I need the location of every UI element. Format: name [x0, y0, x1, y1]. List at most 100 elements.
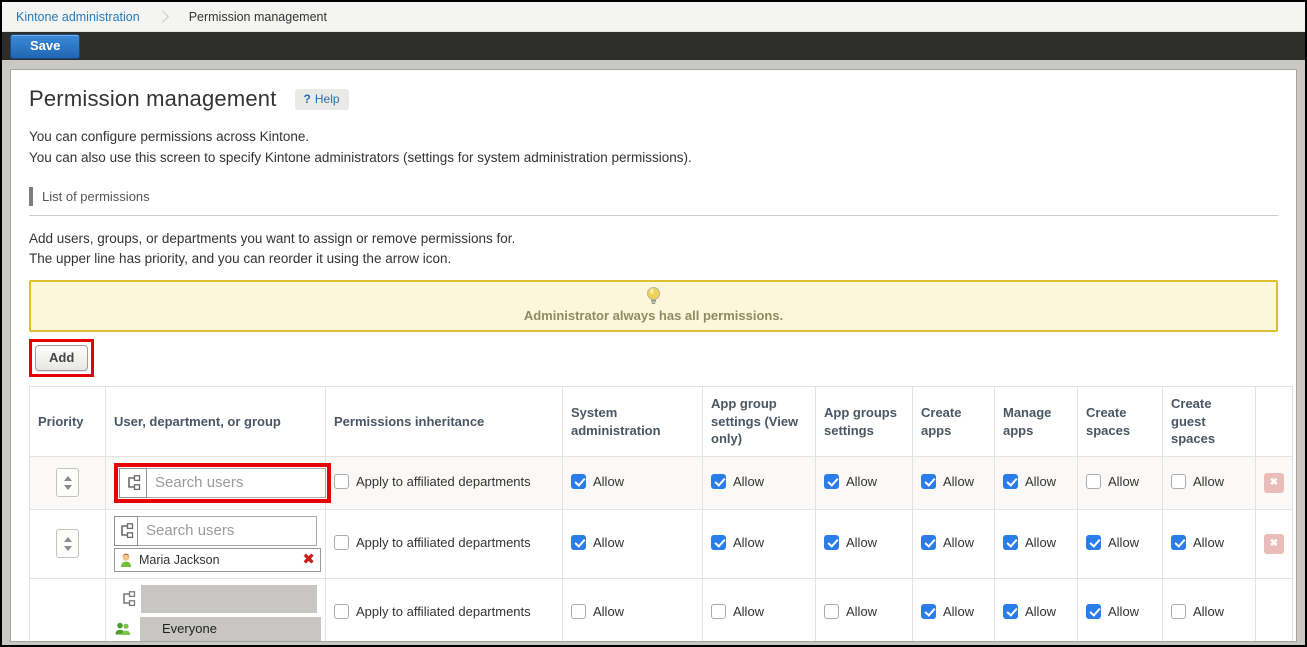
allow-checkbox[interactable] [1086, 535, 1101, 550]
help-link[interactable]: ? Help [295, 89, 349, 110]
allow-checkbox[interactable] [921, 474, 936, 489]
allow-checkbox[interactable] [1171, 474, 1186, 489]
allow-option[interactable]: Allow [1171, 604, 1224, 619]
apply-affiliated-checkbox[interactable] [334, 474, 349, 489]
allow-label: Allow [1025, 535, 1056, 550]
allow-checkbox[interactable] [1171, 604, 1186, 619]
allow-option[interactable]: Allow [824, 535, 877, 550]
instruction-line-1: Add users, groups, or departments you wa… [29, 229, 1278, 249]
allow-checkbox[interactable] [571, 535, 586, 550]
arrow-down-icon [64, 485, 72, 490]
allow-option[interactable]: Allow [571, 535, 624, 550]
allow-label: Allow [1025, 474, 1056, 489]
lightbulb-icon [646, 286, 661, 307]
admin-notice-text: Administrator always has all permissions… [31, 308, 1276, 323]
allow-label: Allow [1108, 604, 1139, 619]
help-label: Help [315, 92, 340, 106]
allow-label: Allow [593, 535, 624, 550]
allow-option[interactable]: Allow [571, 604, 624, 619]
allow-option[interactable]: Allow [1086, 535, 1139, 550]
allow-option[interactable]: Allow [1003, 604, 1056, 619]
save-button[interactable]: Save [10, 34, 80, 59]
permission-row-2: Maria Jackson Apply to affiliated depart… [30, 509, 1293, 578]
allow-checkbox[interactable] [824, 604, 839, 619]
allow-checkbox[interactable] [1086, 474, 1101, 489]
breadcrumb: Kintone administration Permission manage… [2, 2, 1305, 32]
allow-option[interactable]: Allow [711, 604, 764, 619]
allow-checkbox[interactable] [571, 604, 586, 619]
everyone-entry: Everyone [114, 617, 321, 641]
allow-option[interactable]: Allow [571, 474, 624, 489]
question-icon: ? [304, 92, 311, 106]
admin-notice-banner: Administrator always has all permissions… [29, 280, 1278, 332]
section-title: List of permissions [29, 187, 150, 206]
allow-checkbox[interactable] [571, 474, 586, 489]
allow-option[interactable]: Allow [1171, 474, 1224, 489]
allow-label: Allow [733, 474, 764, 489]
allow-option[interactable]: Allow [921, 604, 974, 619]
allow-checkbox[interactable] [1003, 474, 1018, 489]
allow-checkbox[interactable] [1003, 604, 1018, 619]
priority-reorder-spinner[interactable] [56, 529, 79, 558]
page-description: You can configure permissions across Kin… [29, 127, 1278, 169]
delete-row-button[interactable] [1264, 473, 1284, 493]
breadcrumb-chevron-icon [156, 10, 169, 23]
inheritance-option[interactable]: Apply to affiliated departments [334, 604, 531, 619]
col-header-create-apps: Create apps [913, 387, 995, 457]
allow-label: Allow [593, 474, 624, 489]
allow-label: Allow [1025, 604, 1056, 619]
col-header-create-spaces: Create spaces [1078, 387, 1163, 457]
col-header-manage-apps: Manage apps [995, 387, 1078, 457]
arrow-up-icon [64, 537, 72, 542]
allow-label: Allow [846, 535, 877, 550]
allow-option[interactable]: Allow [824, 604, 877, 619]
allow-checkbox[interactable] [921, 604, 936, 619]
allow-option[interactable]: Allow [921, 474, 974, 489]
highlight-box-add: Add [29, 339, 94, 377]
apply-affiliated-checkbox[interactable] [334, 604, 349, 619]
allow-option[interactable]: Allow [824, 474, 877, 489]
allow-label: Allow [1193, 474, 1224, 489]
allow-option[interactable]: Allow [1086, 604, 1139, 619]
inheritance-option[interactable]: Apply to affiliated departments [334, 474, 531, 489]
allow-option[interactable]: Allow [1086, 474, 1139, 489]
search-users-input[interactable] [138, 516, 317, 546]
allow-checkbox[interactable] [1171, 535, 1186, 550]
allow-checkbox[interactable] [1003, 535, 1018, 550]
breadcrumb-link-kintone-administration[interactable]: Kintone administration [16, 10, 140, 24]
col-header-permissions-inheritance: Permissions inheritance [326, 387, 563, 457]
allow-label: Allow [943, 474, 974, 489]
permissions-table: Priority User, department, or group Perm… [29, 386, 1293, 642]
allow-checkbox[interactable] [824, 535, 839, 550]
allow-option[interactable]: Allow [711, 474, 764, 489]
search-users-input-disabled [141, 585, 317, 613]
inheritance-option[interactable]: Apply to affiliated departments [334, 535, 531, 550]
apply-affiliated-checkbox[interactable] [334, 535, 349, 550]
inheritance-label: Apply to affiliated departments [356, 535, 531, 550]
org-tree-picker-button[interactable] [114, 516, 138, 546]
allow-checkbox[interactable] [711, 535, 726, 550]
allow-option[interactable]: Allow [711, 535, 764, 550]
delete-row-button[interactable] [1264, 534, 1284, 554]
remove-user-button[interactable] [302, 552, 315, 567]
arrow-up-icon [64, 476, 72, 481]
allow-option[interactable]: Allow [1003, 535, 1056, 550]
allow-checkbox[interactable] [1086, 604, 1101, 619]
group-icon [114, 621, 132, 637]
section-header: List of permissions [29, 188, 1278, 216]
allow-checkbox[interactable] [921, 535, 936, 550]
search-users-input[interactable] [147, 468, 326, 498]
allow-checkbox[interactable] [711, 474, 726, 489]
add-button[interactable]: Add [35, 345, 88, 371]
main-panel: Permission management ? Help You can con… [10, 69, 1297, 642]
allow-label: Allow [846, 474, 877, 489]
allow-label: Allow [1193, 604, 1224, 619]
allow-checkbox[interactable] [711, 604, 726, 619]
allow-checkbox[interactable] [824, 474, 839, 489]
priority-reorder-spinner[interactable] [56, 468, 79, 497]
allow-option[interactable]: Allow [921, 535, 974, 550]
selected-user-name: Maria Jackson [139, 553, 220, 567]
allow-option[interactable]: Allow [1171, 535, 1224, 550]
org-tree-picker-button[interactable] [119, 468, 147, 498]
allow-option[interactable]: Allow [1003, 474, 1056, 489]
